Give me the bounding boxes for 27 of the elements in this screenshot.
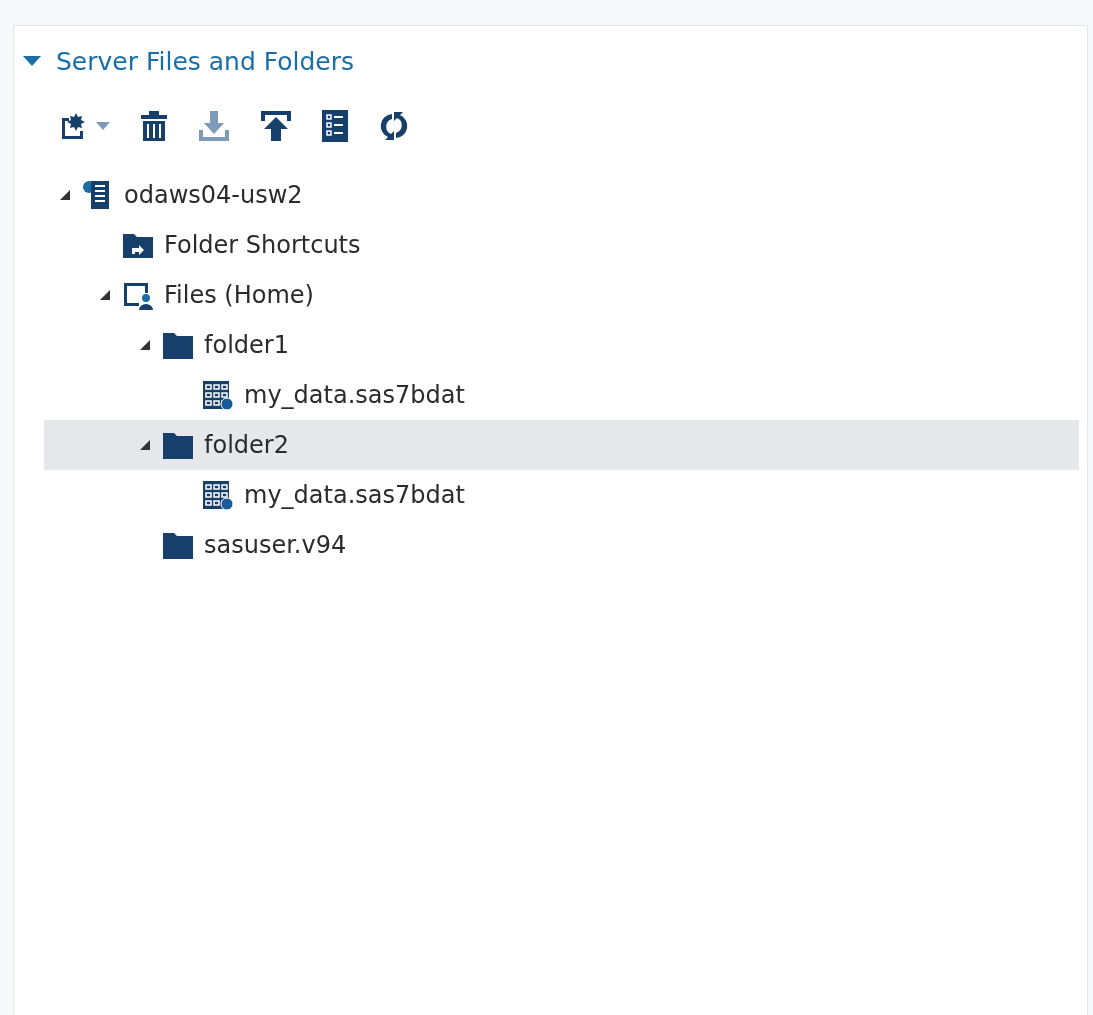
collapse-caret-icon[interactable] [22,55,42,67]
refresh-button[interactable] [378,110,410,142]
list-icon [322,110,348,142]
tree-item-label: sasuser.v94 [204,531,347,559]
tree-item-label: Folder Shortcuts [164,231,361,259]
expanded-toggle-icon[interactable] [98,288,112,302]
download-icon [198,110,230,142]
tree-item-label: folder2 [204,431,289,459]
data-table-icon [202,479,234,511]
refresh-icon [378,110,410,142]
upload-icon [260,110,292,142]
tree-row[interactable]: folder2 [44,420,1079,470]
tree-item-label: my_data.sas7bdat [244,481,465,509]
properties-button[interactable] [322,110,348,142]
expanded-toggle-icon[interactable] [58,188,72,202]
expanded-toggle-icon[interactable] [138,338,152,352]
data-table-icon [202,379,234,411]
caret-icon [96,122,110,130]
expanded-toggle-icon[interactable] [138,438,152,452]
section-title[interactable]: Server Files and Folders [56,46,354,76]
tree-item-label: my_data.sas7bdat [244,381,465,409]
tree-item-label: folder1 [204,331,289,359]
delete-button[interactable] [140,110,168,142]
tree-item-label: Files (Home) [164,281,314,309]
upload-button[interactable] [260,110,292,142]
tree-item-label: odaws04-usw2 [124,181,303,209]
trash-icon [140,110,168,142]
